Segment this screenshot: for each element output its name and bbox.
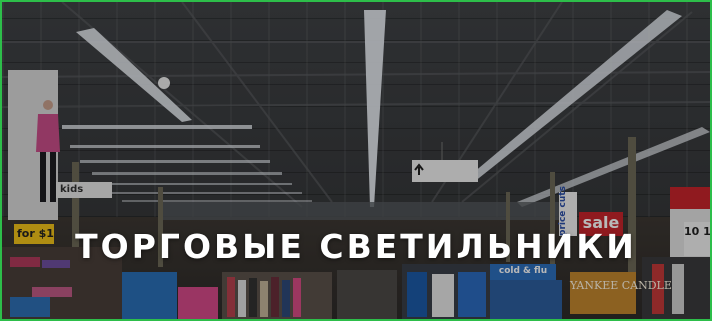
- banner-title: ТОРГОВЫЕ СВЕТИЛЬНИКИ: [75, 227, 637, 266]
- back-wall: [162, 202, 562, 220]
- cold-flu-sign: cold & flu: [490, 264, 556, 280]
- ceiling-beams: [2, 2, 710, 208]
- store-banner: kids for $1 price cuts sale cold & flu Y…: [0, 0, 712, 321]
- yankee-candle-sign: YANKEE CANDLE: [570, 272, 672, 314]
- ceiling-lights: [62, 10, 710, 207]
- kids-sign: kids: [56, 182, 112, 198]
- clothing-racks: [222, 270, 397, 319]
- right-banner-stripe: [670, 187, 710, 209]
